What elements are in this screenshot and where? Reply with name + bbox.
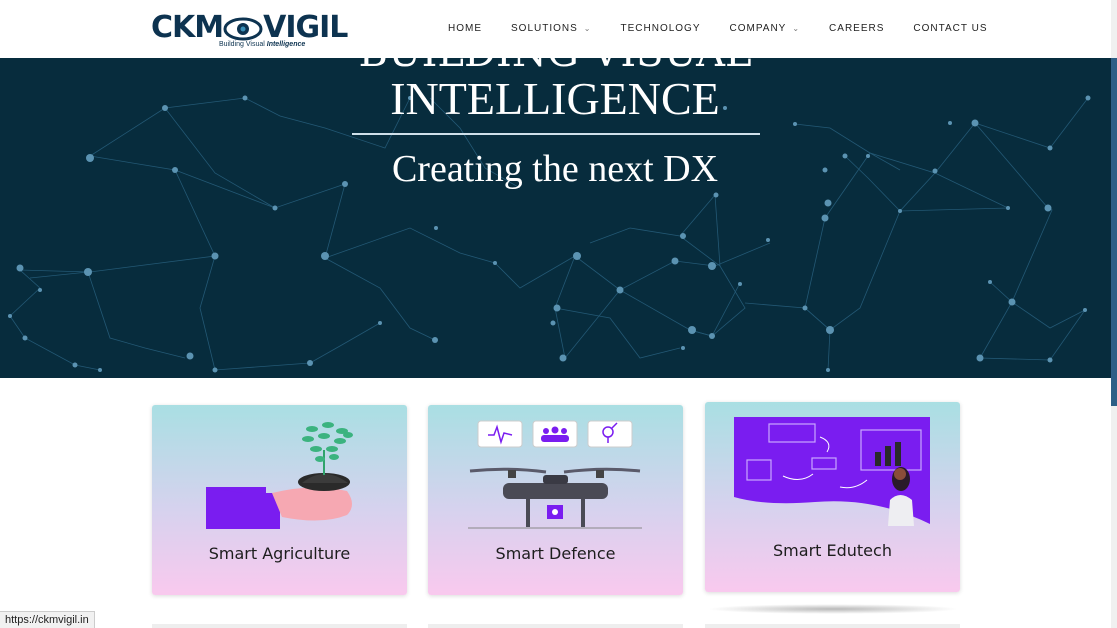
defence-drone-illustration	[468, 420, 642, 529]
nav-technology[interactable]: TECHNOLOGY	[621, 23, 701, 34]
logo-tagline: Building Visual Intelligence	[219, 41, 306, 48]
card-label: Smart Edutech	[773, 541, 892, 560]
next-row-card-peek	[428, 624, 683, 628]
card-smart-defence[interactable]: Smart Defence	[428, 405, 683, 595]
nav-contact-us[interactable]: CONTACT US	[913, 23, 987, 34]
ckmvigil-logo[interactable]: CKM VIGIL Building Visual Intelligence	[151, 9, 348, 51]
site-header: CKM VIGIL Building Visual Intelligence HO…	[0, 0, 1111, 58]
next-row-card-peek	[152, 624, 407, 628]
eye-icon	[223, 17, 263, 40]
hero-divider	[352, 133, 760, 135]
card-smart-edutech[interactable]: Smart Edutech	[705, 402, 960, 592]
card-hover-shadow	[707, 604, 959, 614]
next-row-card-peek	[705, 624, 960, 628]
hero-banner: BUILDING VISUAL INTELLIGENCE Creating th…	[0, 58, 1111, 378]
status-bar-url: https://ckmvigil.in	[0, 611, 95, 628]
hero-subtitle: Creating the next DX	[391, 148, 719, 190]
page-scrollbar-thumb[interactable]	[1111, 58, 1117, 406]
edutech-illustration	[734, 417, 930, 526]
nav-careers[interactable]: CAREERS	[829, 23, 884, 34]
logo-text-right: VIGIL	[263, 10, 348, 45]
nav-company[interactable]: COMPANY ⌄	[730, 23, 801, 34]
main-nav: HOME SOLUTIONS ⌄ TECHNOLOGY COMPANY ⌄ CARE…	[448, 23, 987, 34]
card-smart-agriculture[interactable]: Smart Agriculture	[152, 405, 407, 595]
hero-title: INTELLIGENCE	[390, 73, 720, 124]
nav-home[interactable]: HOME	[448, 23, 482, 34]
card-label: Smart Agriculture	[208, 544, 351, 563]
agriculture-illustration	[206, 422, 353, 529]
nav-solutions[interactable]: SOLUTIONS ⌄	[511, 23, 592, 34]
card-label: Smart Defence	[495, 544, 616, 563]
chevron-down-icon: ⌄	[583, 24, 592, 33]
chevron-down-icon: ⌄	[792, 24, 801, 33]
logo-text-left: CKM	[151, 10, 224, 45]
